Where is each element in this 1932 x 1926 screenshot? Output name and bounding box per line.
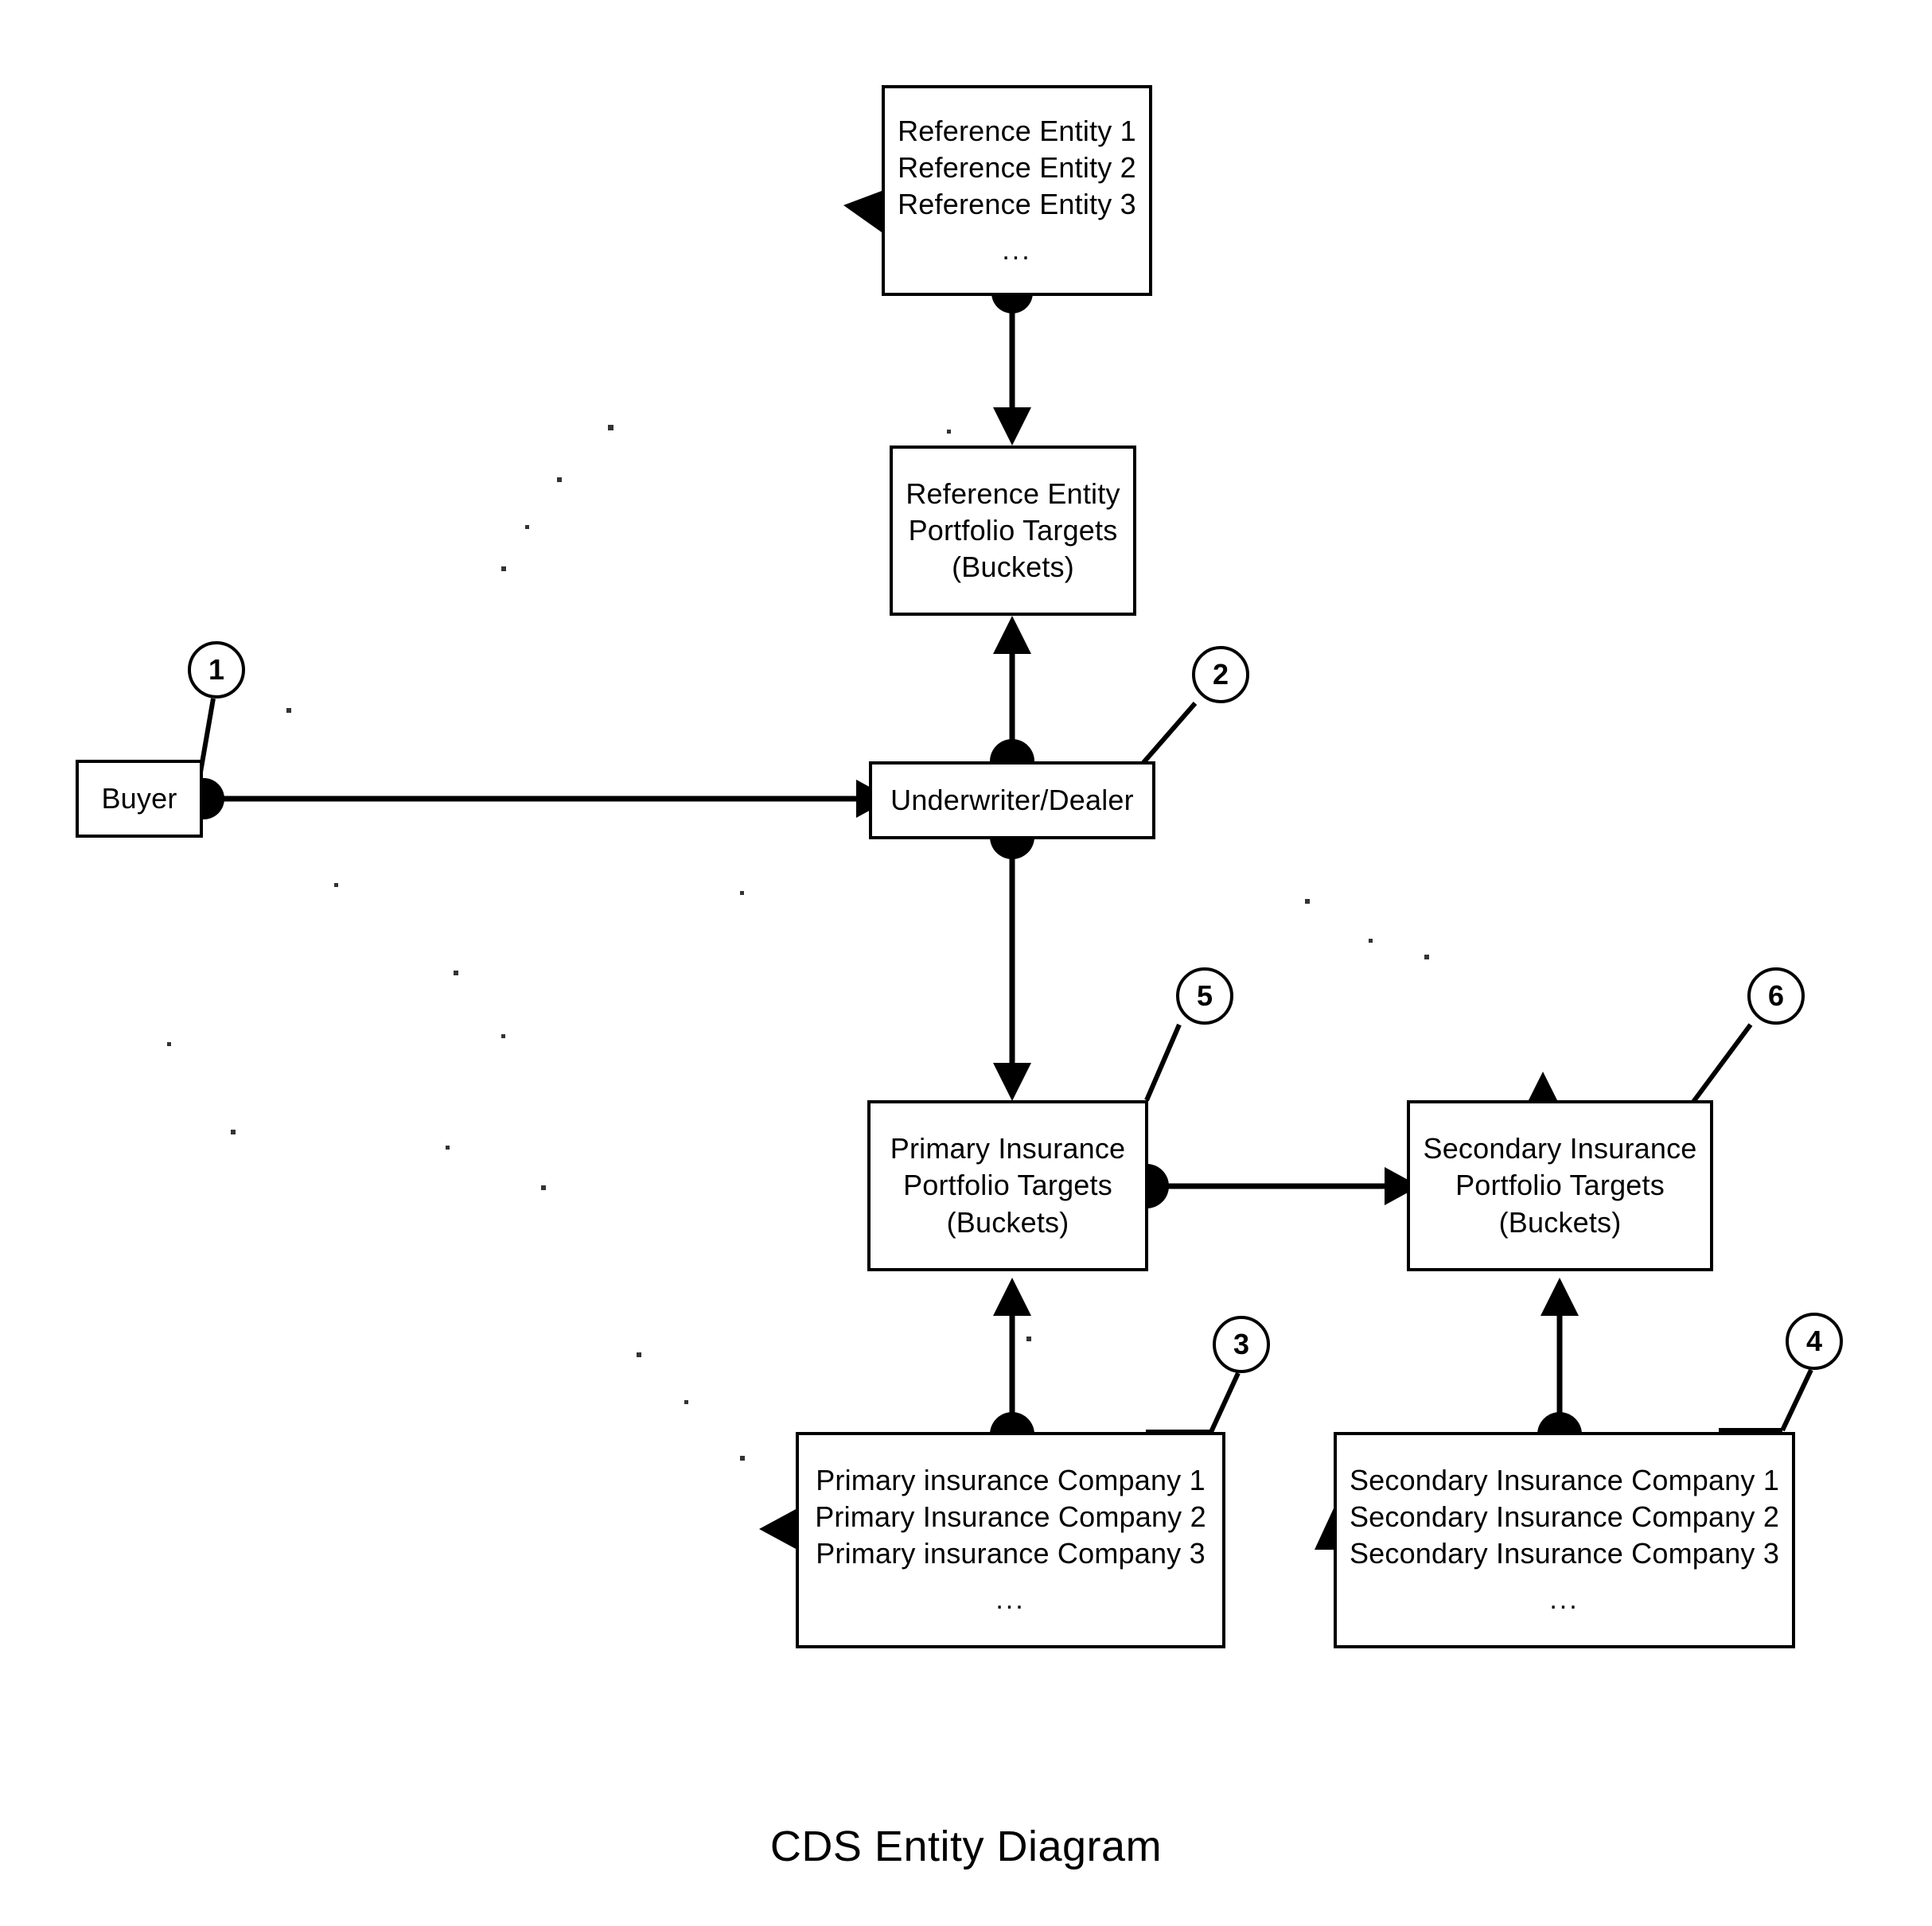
node-primary-insurance-companies[interactable]: Primary insurance Company 1 Primary Insu… [796, 1432, 1225, 1648]
node-primary-insurance-portfolio-targets[interactable]: Primary Insurance Portfolio Targets (Buc… [867, 1100, 1148, 1271]
reference-targets-line-1: Reference Entity [906, 477, 1120, 510]
callout-3[interactable]: 3 [1213, 1316, 1270, 1373]
connector-underwriter-to-primary-targets [990, 815, 1034, 1101]
reference-entity-line-3: Reference Entity 3 [898, 187, 1136, 220]
primary-targets-line-2: Portfolio Targets [903, 1169, 1112, 1202]
node-buyer[interactable]: Buyer [76, 760, 203, 838]
callout-6-label: 6 [1767, 979, 1785, 1012]
leader-line-callout-3 [1146, 1372, 1241, 1434]
reference-entity-ellipsis: ... [1002, 235, 1032, 266]
callout-4-label: 4 [1805, 1325, 1823, 1357]
secondary-company-line-2: Secondary Insurance Company 2 [1349, 1500, 1780, 1534]
node-reference-entity-portfolio-targets[interactable]: Reference Entity Portfolio Targets (Buck… [890, 446, 1136, 616]
scan-speckles [167, 425, 1429, 1461]
callout-3-label: 3 [1233, 1328, 1250, 1360]
reference-entity-line-2: Reference Entity 2 [898, 150, 1136, 184]
connector-primary-companies-to-primary-targets [990, 1278, 1034, 1457]
node-secondary-insurance-companies[interactable]: Secondary Insurance Company 1 Secondary … [1334, 1432, 1795, 1648]
primary-company-ellipsis: ... [995, 1585, 1026, 1616]
node-underwriter-dealer[interactable]: Underwriter/Dealer [869, 761, 1155, 839]
connector-secondary-companies-to-secondary-targets [1537, 1278, 1582, 1457]
callout-5[interactable]: 5 [1176, 967, 1233, 1025]
callout-1-label: 1 [208, 653, 225, 686]
node-reference-entities[interactable]: Reference Entity 1 Reference Entity 2 Re… [882, 85, 1152, 296]
secondary-targets-line-3: (Buckets) [1498, 1205, 1622, 1239]
connector-reference-entities-to-targets [991, 272, 1033, 446]
callout-2-label: 2 [1212, 658, 1229, 691]
secondary-targets-line-2: Portfolio Targets [1455, 1169, 1665, 1202]
secondary-company-ellipsis: ... [1549, 1585, 1579, 1616]
leader-line-callout-2 [1139, 702, 1198, 767]
primary-targets-line-3: (Buckets) [946, 1205, 1069, 1239]
callout-1[interactable]: 1 [188, 641, 245, 698]
primary-targets-line-1: Primary Insurance [890, 1132, 1126, 1165]
leader-line-callout-6 [1691, 1023, 1753, 1103]
cds-entity-diagram-canvas: Reference Entity 1 Reference Entity 2 Re… [0, 0, 1932, 1926]
connector-primary-targets-to-secondary-targets [1124, 1164, 1420, 1208]
primary-company-line-2: Primary Insurance Company 2 [815, 1500, 1206, 1534]
primary-company-line-3: Primary insurance Company 3 [816, 1537, 1206, 1570]
reference-targets-line-2: Portfolio Targets [908, 513, 1118, 547]
diagram-caption: CDS Entity Diagram [769, 1823, 1163, 1870]
connector-underwriter-to-reference-targets [990, 616, 1034, 784]
underwriter-label: Underwriter/Dealer [890, 783, 1134, 816]
callout-6[interactable]: 6 [1747, 967, 1805, 1025]
callout-4[interactable]: 4 [1786, 1313, 1843, 1370]
buyer-label: Buyer [101, 781, 177, 815]
leader-line-callout-4 [1719, 1368, 1813, 1433]
leader-line-callout-5 [1144, 1023, 1182, 1102]
secondary-targets-line-1: Secondary Insurance [1423, 1132, 1697, 1165]
secondary-company-line-3: Secondary Insurance Company 3 [1349, 1537, 1780, 1570]
marker-reference-entities-left-arrowhead [843, 191, 882, 232]
callout-2[interactable]: 2 [1192, 646, 1249, 703]
secondary-company-line-1: Secondary Insurance Company 1 [1349, 1464, 1780, 1497]
callout-5-label: 5 [1196, 979, 1213, 1012]
connector-buyer-to-underwriter [183, 778, 891, 819]
marker-primary-companies-left-arrowhead [759, 1508, 797, 1550]
node-secondary-insurance-portfolio-targets[interactable]: Secondary Insurance Portfolio Targets (B… [1407, 1100, 1713, 1271]
primary-company-line-1: Primary insurance Company 1 [816, 1464, 1206, 1497]
reference-entity-line-1: Reference Entity 1 [898, 114, 1136, 147]
reference-targets-line-3: (Buckets) [952, 551, 1074, 584]
